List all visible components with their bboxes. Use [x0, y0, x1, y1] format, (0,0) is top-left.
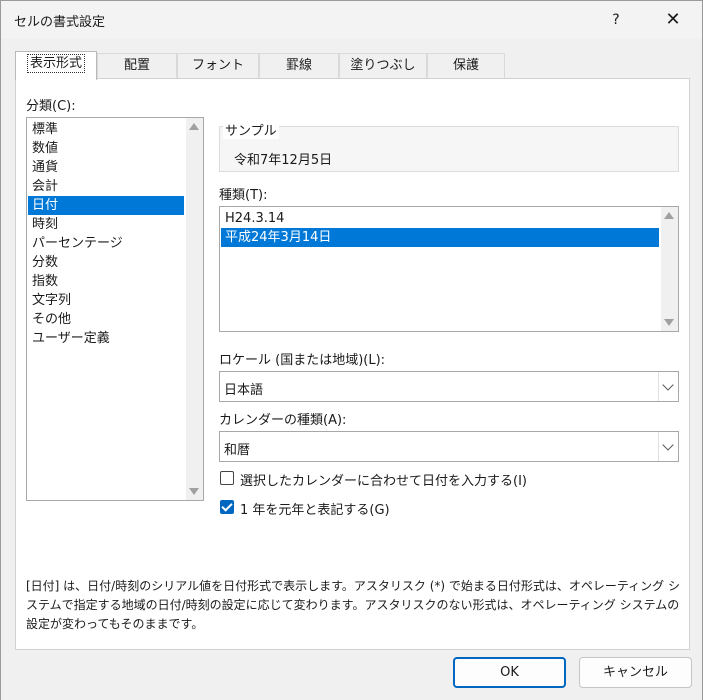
category-item[interactable]: 分数 [28, 253, 184, 272]
tab-number[interactable]: 表示形式 [15, 51, 97, 80]
category-item[interactable]: 会計 [28, 177, 184, 196]
input-by-calendar-checkbox[interactable] [220, 471, 234, 485]
category-listbox[interactable]: 標準 数値 通貨 会計 日付 時刻 パーセンテージ 分数 指数 文字列 その他 ユーザー定義 [26, 117, 204, 501]
type-item[interactable]: 平成24年3月14日 [221, 228, 659, 247]
locale-value: 日本語 [224, 383, 264, 398]
category-label: 分類(C): [26, 99, 76, 114]
locale-label: ロケール (国または地域)(L): [219, 353, 386, 368]
cancel-button[interactable]: キャンセル [579, 657, 692, 688]
scroll-up-icon[interactable] [189, 123, 199, 130]
locale-select[interactable]: 日本語 [219, 371, 679, 402]
calendar-value: 和暦 [224, 443, 251, 458]
tab-fill[interactable]: 塗りつぶし [339, 53, 427, 79]
type-label: 種類(T): [219, 188, 268, 203]
category-item[interactable]: 数値 [28, 139, 184, 158]
format-description: [日付] は、日付/時刻のシリアル値を日付形式で表示します。アスタリスク (*)… [26, 579, 680, 631]
tab-panel-number: 分類(C): 標準 数値 通貨 会計 日付 時刻 パーセンテージ 分数 指数 文字列 その他 ユーザー… [15, 78, 690, 650]
help-button[interactable]: ? [599, 4, 633, 36]
chevron-down-icon [662, 439, 674, 451]
tab-border[interactable]: 罫線 [259, 53, 339, 79]
calendar-label: カレンダーの種類(A): [219, 413, 347, 428]
tab-number-label: 表示形式 [26, 54, 85, 73]
close-icon[interactable]: ✕ [653, 4, 693, 36]
category-item[interactable]: 通貨 [28, 158, 184, 177]
scroll-down-icon[interactable] [189, 488, 199, 495]
tab-alignment[interactable]: 配置 [97, 53, 177, 79]
sample-label: サンプル [223, 120, 279, 139]
type-scroll-up-icon[interactable] [664, 212, 674, 219]
category-item[interactable]: 文字列 [28, 291, 184, 310]
category-item[interactable]: 日付 [28, 196, 184, 215]
category-item[interactable]: その他 [28, 310, 184, 329]
dialog-footer: OK キャンセル [1, 651, 702, 700]
tab-protection[interactable]: 保護 [427, 53, 505, 79]
chevron-down-icon [662, 379, 674, 391]
format-cells-dialog: セルの書式設定 ? ✕ 表示形式 配置 フォント 罫線 塗りつぶし 保護 分類(… [0, 0, 703, 700]
type-item[interactable]: H24.3.14 [221, 209, 659, 228]
type-scrollbar[interactable] [661, 207, 678, 331]
category-item[interactable]: パーセンテージ [28, 234, 184, 253]
gannen-label[interactable]: 1 年を元年と表記する(G) [240, 499, 390, 518]
input-by-calendar-label[interactable]: 選択したカレンダーに合わせて日付を入力する(I) [240, 470, 527, 489]
type-scroll-down-icon[interactable] [664, 319, 674, 326]
category-item[interactable]: 標準 [28, 120, 184, 139]
dialog-body: 表示形式 配置 フォント 罫線 塗りつぶし 保護 分類(C): 標準 数値 通貨 会計… [1, 39, 702, 651]
tab-font[interactable]: フォント [177, 53, 259, 79]
category-scrollbar[interactable] [186, 118, 203, 500]
locale-dropdown-button[interactable] [658, 372, 678, 401]
title-bar: セルの書式設定 ? ✕ [1, 1, 702, 39]
ok-button[interactable]: OK [453, 657, 566, 688]
sample-value: 令和7年12月5日 [234, 153, 333, 168]
calendar-select[interactable]: 和暦 [219, 431, 679, 462]
category-item[interactable]: 時刻 [28, 215, 184, 234]
type-listbox[interactable]: H24.3.14 平成24年3月14日 [219, 206, 679, 332]
category-item[interactable]: 指数 [28, 272, 184, 291]
category-item[interactable]: ユーザー定義 [28, 329, 184, 348]
gannen-checkbox[interactable] [220, 500, 234, 514]
calendar-dropdown-button[interactable] [658, 432, 678, 461]
dialog-title: セルの書式設定 [14, 15, 106, 30]
